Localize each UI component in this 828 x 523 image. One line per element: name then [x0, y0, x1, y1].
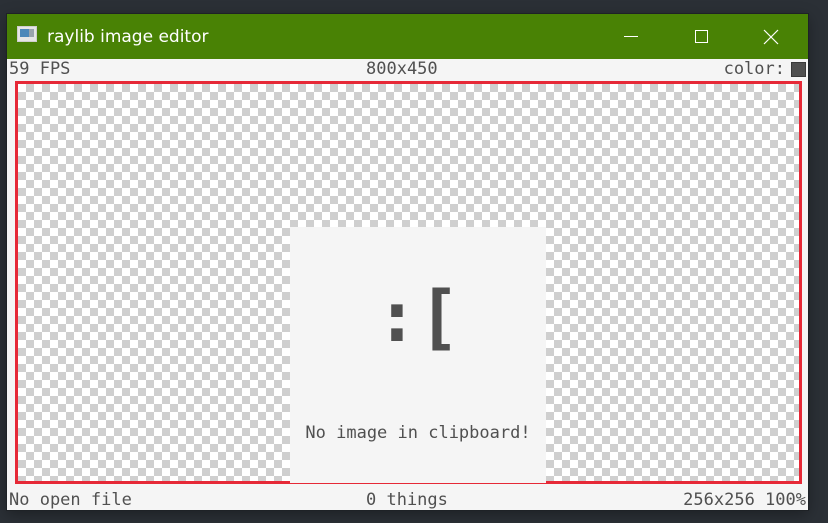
color-label: color: — [723, 59, 785, 79]
title-bar[interactable]: raylib image editor — [7, 14, 808, 59]
close-button[interactable] — [748, 14, 794, 59]
color-swatch[interactable] — [791, 62, 806, 77]
minimize-icon — [624, 36, 638, 37]
top-status-bar: 59 FPS 800x450 color: — [7, 59, 808, 79]
sad-face-icon: :[ — [375, 276, 461, 358]
bottom-status-bar: No open file 0 things 256x256 100% — [7, 490, 808, 510]
color-indicator: color: — [724, 59, 806, 79]
empty-clipboard-panel: :[ No image in clipboard! — [290, 227, 546, 483]
open-file-label: No open file — [9, 490, 132, 510]
app-window: raylib image editor 59 FPS 800x450 color… — [7, 14, 808, 510]
fps-counter: 59 FPS — [9, 59, 71, 79]
minimize-button[interactable] — [608, 14, 654, 59]
image-canvas[interactable]: :[ No image in clipboard! — [15, 81, 802, 484]
things-count: 0 things — [366, 490, 448, 510]
maximize-button[interactable] — [678, 14, 724, 59]
close-icon — [763, 29, 779, 44]
desktop: raylib image editor 59 FPS 800x450 color… — [0, 0, 828, 523]
app-image-icon — [17, 26, 37, 42]
image-size-zoom: 256x256 100% — [683, 490, 806, 510]
maximize-icon — [694, 30, 708, 43]
canvas-dimensions: 800x450 — [366, 59, 438, 79]
no-image-message: No image in clipboard! — [305, 423, 531, 443]
window-title: raylib image editor — [47, 27, 209, 47]
